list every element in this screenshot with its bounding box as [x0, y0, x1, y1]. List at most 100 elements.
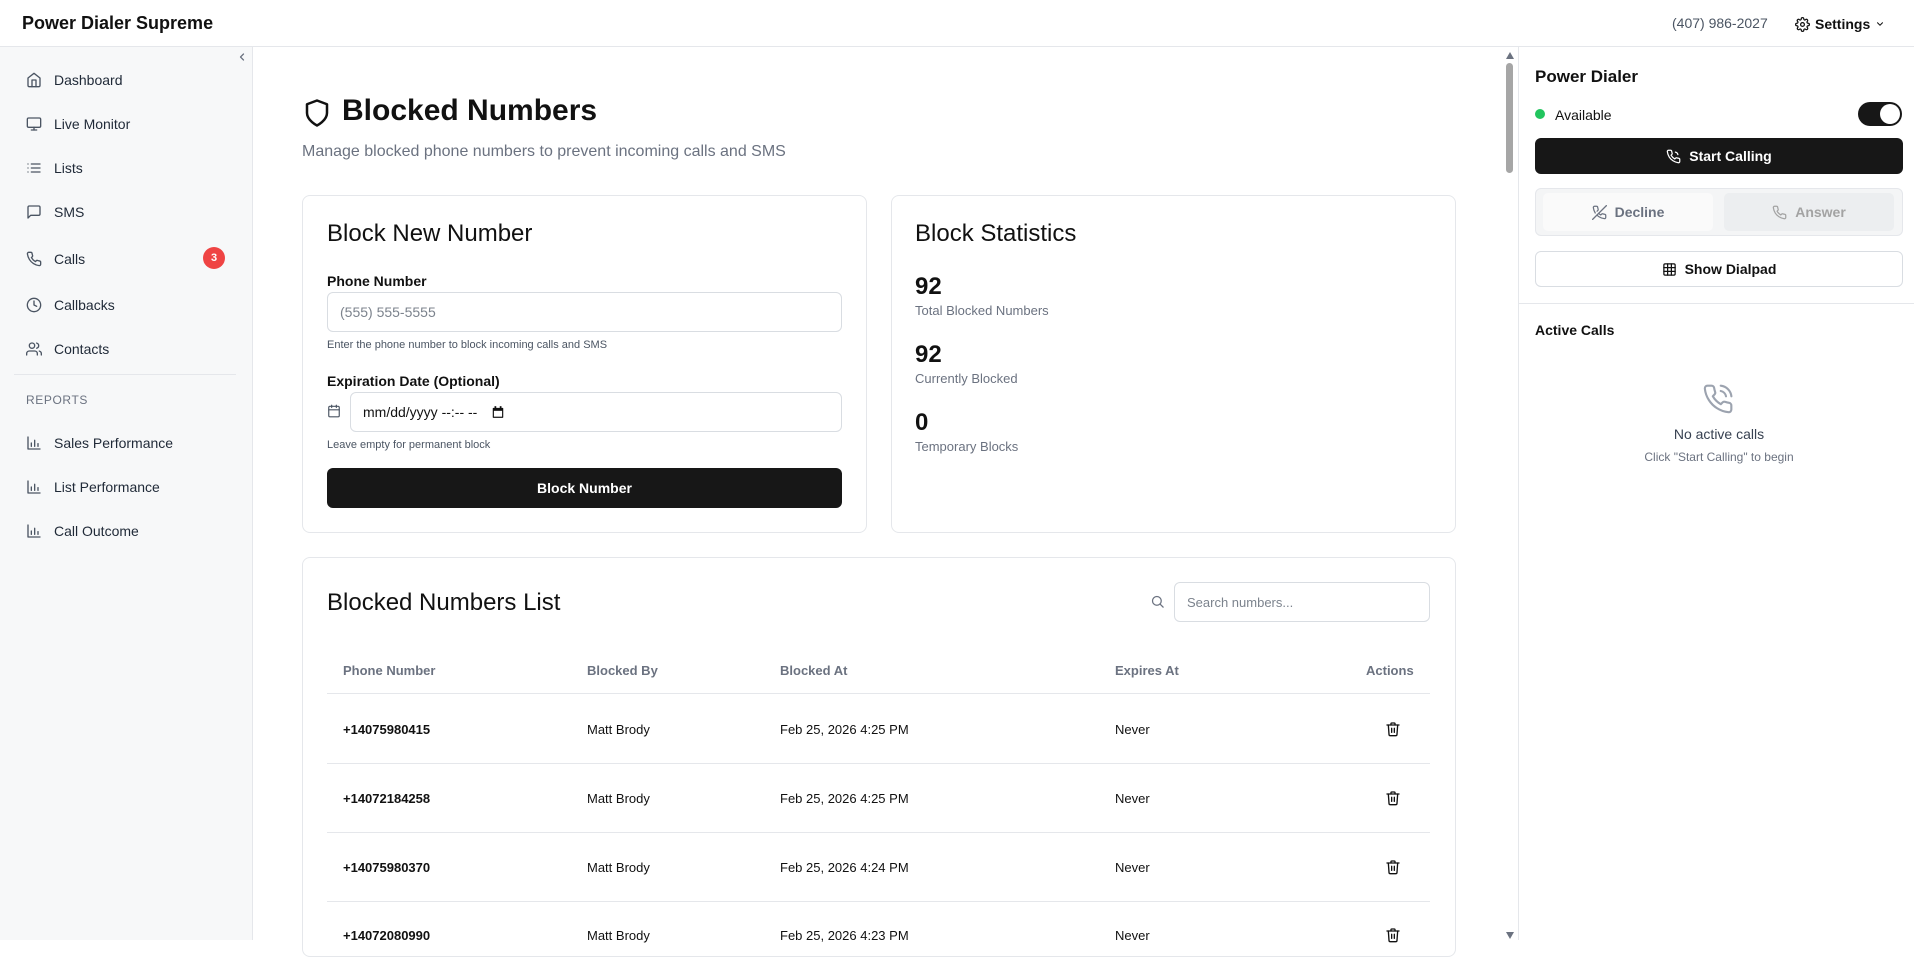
search-numbers-input[interactable] [1174, 582, 1430, 622]
block-number-card-title: Block New Number [327, 220, 533, 247]
trash-icon[interactable] [1385, 859, 1401, 875]
start-calling-label: Start Calling [1689, 148, 1772, 164]
decline-label: Decline [1614, 204, 1665, 220]
answer-button[interactable]: Answer [1724, 193, 1894, 231]
clock-icon [26, 297, 42, 313]
trash-icon[interactable] [1385, 790, 1401, 806]
row-blocked-at: Feb 25, 2026 4:25 PM [780, 791, 909, 806]
column-header-actions: Actions [1366, 663, 1414, 678]
sidebar-item-callbacks[interactable]: Callbacks [14, 287, 236, 323]
expiration-date-value: mm/dd/yyyy --:-- -- [363, 404, 478, 420]
sidebar-item-call-outcome[interactable]: Call Outcome [14, 513, 236, 549]
scroll-up-arrow[interactable] [1506, 52, 1514, 59]
sidebar-item-lists[interactable]: Lists [14, 150, 236, 186]
status-label: Available [1555, 107, 1612, 123]
currently-blocked-label: Currently Blocked [915, 371, 1018, 386]
row-phone-number: +14075980415 [343, 722, 431, 737]
column-header-expires-at[interactable]: Expires At [1115, 663, 1179, 678]
decline-button[interactable]: Decline [1543, 193, 1713, 231]
message-icon [26, 204, 42, 220]
calendar-icon [327, 404, 341, 418]
sidebar-item-label: Call Outcome [54, 523, 139, 539]
trash-icon[interactable] [1385, 927, 1401, 943]
chevron-down-icon [1875, 19, 1885, 29]
page-subtitle: Manage blocked phone numbers to prevent … [302, 143, 786, 160]
status-indicator [1535, 109, 1545, 119]
row-expires-at: Never [1115, 928, 1150, 943]
phone-call-icon [1702, 383, 1734, 415]
expiration-date-input[interactable]: mm/dd/yyyy --:-- -- [350, 392, 842, 432]
temporary-blocks-label: Temporary Blocks [915, 439, 1019, 454]
sidebar-item-label: Sales Performance [54, 435, 174, 451]
bar-chart-icon [26, 523, 42, 539]
chevron-left-icon [239, 53, 245, 61]
block-number-button[interactable]: Block Number [327, 468, 842, 508]
power-dialer-title: Power Dialer [1535, 67, 1638, 86]
row-blocked-at: Feb 25, 2026 4:23 PM [780, 928, 909, 943]
sidebar-collapse-button[interactable] [236, 51, 250, 65]
column-header-blocked-at[interactable]: Blocked At [780, 663, 847, 678]
show-dialpad-label: Show Dialpad [1684, 261, 1777, 277]
home-icon [26, 72, 42, 88]
phone-number-help: Enter the phone number to block incoming… [327, 339, 608, 351]
scroll-down-arrow[interactable] [1506, 932, 1514, 939]
row-expires-at: Never [1115, 722, 1150, 737]
row-blocked-at: Feb 25, 2026 4:25 PM [780, 722, 909, 737]
table-row-divider [327, 763, 1430, 764]
block-statistics-title: Block Statistics [915, 220, 1077, 247]
table-row-divider [327, 832, 1430, 833]
sidebar-item-contacts[interactable]: Contacts [14, 331, 236, 367]
total-blocked-label: Total Blocked Numbers [915, 303, 1049, 318]
sidebar: Dashboard Live Monitor Lists SMS Calls 3… [0, 47, 253, 940]
sidebar-item-label: Live Monitor [54, 116, 131, 132]
answer-label: Answer [1795, 204, 1846, 220]
bar-chart-icon [26, 479, 42, 495]
settings-menu-button[interactable]: Settings [1795, 13, 1885, 35]
main-scrollbar[interactable] [1500, 47, 1518, 940]
currently-blocked-value: 92 [915, 341, 942, 368]
users-icon [26, 341, 42, 357]
expiration-date-label: Expiration Date (Optional) [327, 373, 500, 389]
sidebar-item-sales-performance[interactable]: Sales Performance [14, 425, 236, 461]
row-expires-at: Never [1115, 791, 1150, 806]
calendar-picker-icon[interactable] [491, 405, 505, 419]
sidebar-item-live-monitor[interactable]: Live Monitor [14, 106, 236, 142]
sidebar-item-calls[interactable]: Calls 3 [14, 241, 236, 277]
page-title: Blocked Numbers [342, 94, 598, 127]
row-phone-number: +14075980370 [343, 860, 431, 875]
sidebar-item-label: Calls [54, 251, 86, 267]
trash-icon[interactable] [1385, 721, 1401, 737]
agent-phone-number: (407) 986-2027 [1672, 15, 1768, 31]
phone-number-input[interactable] [327, 292, 842, 332]
toggle-knob [1880, 104, 1900, 124]
reports-heading: REPORTS [26, 393, 88, 407]
sidebar-item-label: Dashboard [54, 72, 123, 88]
row-blocked-by: Matt Brody [587, 928, 650, 943]
sidebar-item-list-performance[interactable]: List Performance [14, 469, 236, 505]
sidebar-item-label: Contacts [54, 341, 110, 357]
row-expires-at: Never [1115, 860, 1150, 875]
start-calling-button[interactable]: Start Calling [1535, 138, 1903, 174]
power-dialer-panel [1518, 47, 1914, 940]
blocked-numbers-list-title: Blocked Numbers List [327, 589, 561, 616]
phone-call-icon [1666, 149, 1681, 164]
search-icon [1150, 594, 1165, 609]
row-phone-number: +14072080990 [343, 928, 431, 943]
app-title: Power Dialer Supreme [22, 13, 214, 33]
sidebar-divider [14, 374, 236, 375]
total-blocked-value: 92 [915, 273, 942, 300]
column-header-blocked-by[interactable]: Blocked By [587, 663, 658, 678]
sidebar-item-dashboard[interactable]: Dashboard [14, 62, 236, 98]
row-blocked-by: Matt Brody [587, 791, 650, 806]
show-dialpad-button[interactable]: Show Dialpad [1535, 251, 1903, 287]
sidebar-item-label: Lists [54, 160, 83, 176]
row-blocked-by: Matt Brody [587, 722, 650, 737]
calls-count-badge: 3 [203, 247, 225, 269]
settings-label: Settings [1815, 16, 1871, 32]
list-icon [26, 160, 42, 176]
sidebar-item-label: Callbacks [54, 297, 115, 313]
column-header-phone-number[interactable]: Phone Number [343, 663, 435, 678]
scrollbar-thumb[interactable] [1506, 63, 1513, 173]
availability-toggle[interactable] [1858, 102, 1902, 126]
sidebar-item-sms[interactable]: SMS [14, 194, 236, 230]
